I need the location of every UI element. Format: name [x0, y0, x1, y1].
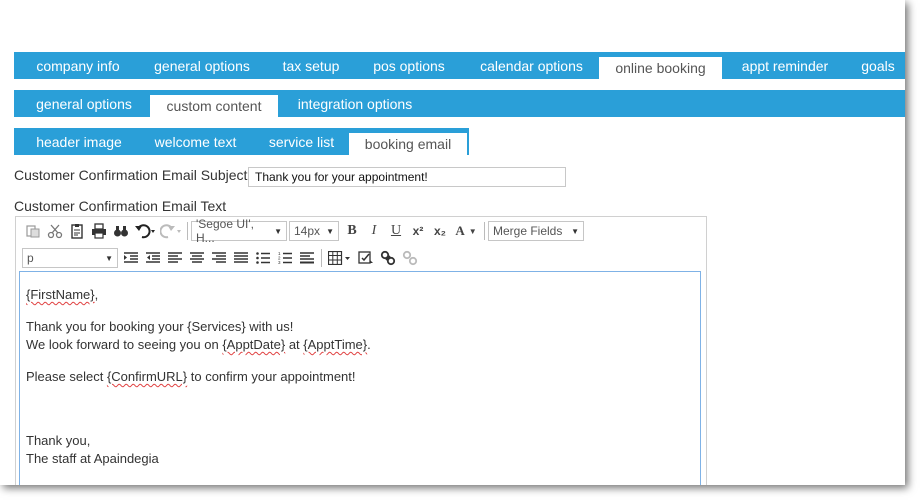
numbered-list-icon[interactable]: 123: [274, 247, 296, 269]
bold-button[interactable]: B: [341, 220, 363, 242]
tab-general-options[interactable]: general options: [142, 52, 262, 79]
clipboard-icon[interactable]: [66, 220, 88, 242]
tab-sub-general-options[interactable]: general options: [14, 90, 154, 117]
justify-icon[interactable]: [230, 247, 252, 269]
tab-tax-setup[interactable]: tax setup: [266, 52, 356, 79]
tab-service-list[interactable]: service list: [254, 128, 349, 155]
body-line-3-suffix: to confirm your appointment!: [187, 369, 356, 384]
font-size-select[interactable]: 14px ▼: [289, 221, 339, 241]
rich-text-editor: 'Segoe UI', H... ▼ 14px ▼ B I U x² x₂ A ▼ M…: [15, 216, 707, 485]
body-line-1: Thank you for booking your {Services} wi…: [26, 319, 294, 334]
merge-fields-select[interactable]: Merge Fields ▼: [488, 221, 584, 241]
greeting-line: {FirstName},: [26, 287, 98, 302]
font-size-value: 14px: [294, 224, 321, 238]
merge-token-firstname: {FirstName}: [26, 287, 95, 302]
toolbar-separator: [321, 249, 322, 267]
table-icon[interactable]: [325, 247, 355, 269]
subject-input[interactable]: Thank you for your appointment!: [248, 167, 566, 187]
print-icon[interactable]: [88, 220, 110, 242]
body-label: Customer Confirmation Email Text: [14, 198, 227, 214]
unlink-icon[interactable]: [399, 247, 421, 269]
superscript-button[interactable]: x²: [407, 220, 429, 242]
chevron-down-icon: ▼: [105, 253, 113, 263]
signature-line-1: Thank you,: [26, 433, 91, 448]
tab-company-info[interactable]: company info: [14, 52, 142, 79]
body-line-2: We look forward to seeing you on {ApptDa…: [26, 337, 371, 352]
font-color-button[interactable]: A ▼: [451, 220, 481, 242]
toolbar-row-2: p ▼ 123: [22, 247, 421, 269]
paragraph-format-select[interactable]: p ▼: [22, 248, 118, 268]
chevron-down-icon: ▼: [326, 226, 334, 236]
redo-icon[interactable]: [158, 220, 184, 242]
sub-tab-bar: general options custom content integrati…: [14, 90, 905, 117]
indent-icon[interactable]: [120, 247, 142, 269]
tab-online-booking[interactable]: online booking: [599, 57, 722, 79]
insert-image-icon[interactable]: [355, 247, 377, 269]
subscript-button[interactable]: x₂: [429, 220, 451, 242]
tab-appt-reminder[interactable]: appt reminder: [726, 52, 844, 79]
tab-custom-content[interactable]: custom content: [150, 95, 278, 117]
find-icon[interactable]: [110, 220, 132, 242]
chevron-down-icon: ▼: [571, 226, 579, 236]
tab-integration-options[interactable]: integration options: [280, 90, 430, 117]
font-family-value: 'Segoe UI', H...: [196, 217, 254, 245]
italic-button[interactable]: I: [363, 220, 385, 242]
bullet-list-icon[interactable]: [252, 247, 274, 269]
body-line-3-prefix: Please select: [26, 369, 107, 384]
subject-label: Customer Confirmation Email Subject: [14, 167, 248, 183]
tab-goals[interactable]: goals: [850, 52, 905, 79]
tab-welcome-text[interactable]: welcome text: [138, 128, 253, 155]
body-line-3: Please select {ConfirmURL} to confirm yo…: [26, 369, 356, 384]
font-color-label: A: [455, 223, 465, 238]
align-right-icon[interactable]: [208, 247, 230, 269]
svg-text:3: 3: [278, 260, 281, 265]
align-center-icon[interactable]: [186, 247, 208, 269]
paragraph-format-value: p: [27, 251, 34, 265]
cut-icon[interactable]: [44, 220, 66, 242]
horizontal-rule-icon[interactable]: [296, 247, 318, 269]
chevron-down-icon: ▼: [468, 226, 477, 236]
body-line-2-mid: at: [285, 337, 304, 352]
merge-fields-label: Merge Fields: [493, 224, 563, 238]
greeting-suffix: ,: [94, 287, 99, 302]
content-tab-bar: header image welcome text service list b…: [14, 128, 469, 155]
window: company info general options tax setup p…: [0, 0, 905, 485]
chevron-down-icon: ▼: [274, 226, 282, 236]
tab-pos-options[interactable]: pos options: [359, 52, 459, 79]
toolbar-separator: [187, 222, 188, 240]
tab-calendar-options[interactable]: calendar options: [464, 52, 599, 79]
paste-icon[interactable]: [22, 220, 44, 242]
merge-token-confirmurl: {ConfirmURL}: [106, 369, 188, 384]
merge-token-apptdate: {ApptDate}: [222, 337, 286, 352]
underline-button[interactable]: U: [385, 220, 407, 242]
merge-token-appttime: {ApptTime}: [303, 337, 368, 352]
main-tab-bar: company info general options tax setup p…: [14, 52, 905, 79]
signature-line-2: The staff at Apaindegia: [26, 451, 159, 466]
body-line-2-suffix: .: [367, 337, 371, 352]
link-icon[interactable]: [377, 247, 399, 269]
body-line-2-prefix: We look forward to seeing you on: [26, 337, 223, 352]
font-family-select[interactable]: 'Segoe UI', H... ▼: [191, 217, 287, 245]
tab-booking-email[interactable]: booking email: [349, 133, 467, 155]
outdent-icon[interactable]: [142, 247, 164, 269]
tab-header-image[interactable]: header image: [14, 128, 144, 155]
toolbar-separator: [484, 222, 485, 240]
undo-icon[interactable]: [132, 220, 158, 242]
toolbar-row-1: 'Segoe UI', H... ▼ 14px ▼ B I U x² x₂ A ▼ M…: [22, 217, 586, 245]
editor-content[interactable]: {FirstName}, Thank you for booking your …: [19, 271, 701, 485]
align-left-icon[interactable]: [164, 247, 186, 269]
